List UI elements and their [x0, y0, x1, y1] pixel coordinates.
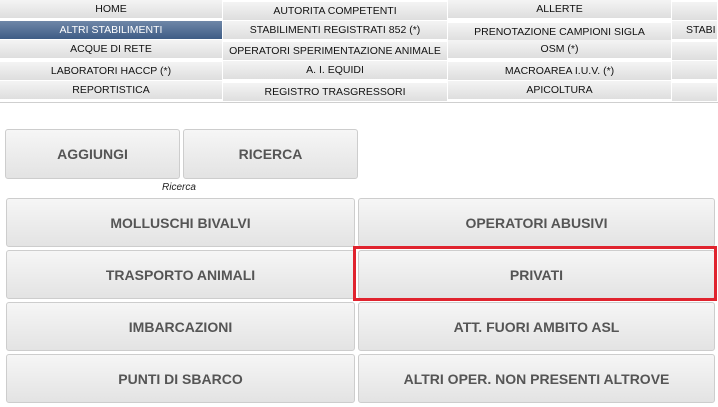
imbarcazioni-button[interactable]: IMBARCAZIONI [6, 302, 355, 351]
menu-item-apicoltura[interactable]: APICOLTURA [448, 81, 672, 100]
menu-item-ai-equidi[interactable]: A. I. EQUIDI [223, 61, 448, 80]
menu-item-hidden[interactable] [672, 2, 718, 21]
menu-item-hidden[interactable] [672, 83, 718, 102]
punti-di-sbarco-button[interactable]: PUNTI DI SBARCO [6, 354, 355, 403]
molluschi-bivalvi-button[interactable]: MOLLUSCHI BIVALVI [6, 198, 355, 247]
menu-item-hidden[interactable] [672, 42, 718, 61]
menu-item-osm[interactable]: OSM (*) [448, 40, 672, 59]
menu-item-home[interactable]: HOME [0, 0, 223, 19]
menu-item-reportistica[interactable]: REPORTISTICA [0, 81, 223, 100]
menu-item-autorita-competenti[interactable]: AUTORITA COMPETENTI [223, 2, 448, 21]
menu-item-allerte[interactable]: ALLERTE [448, 0, 672, 19]
menu-item-registro-trasgressori[interactable]: REGISTRO TRASGRESSORI [223, 83, 448, 102]
trasporto-animali-button[interactable]: TRASPORTO ANIMALI [6, 250, 355, 299]
att-fuori-ambito-asl-button[interactable]: ATT. FUORI AMBITO ASL [358, 302, 715, 351]
search-caption: Ricerca [162, 182, 196, 193]
top-navigation-menu: HOME AUTORITA COMPETENTI ALLERTE ALTRI S… [0, 0, 718, 104]
search-button[interactable]: RICERCA [183, 129, 358, 179]
menu-divider [0, 102, 718, 103]
privati-button[interactable]: PRIVATI [358, 250, 715, 299]
menu-item-macroarea-iuv[interactable]: MACROAREA I.U.V. (*) [448, 62, 672, 81]
altri-oper-non-presenti-altrove-button[interactable]: ALTRI OPER. NON PRESENTI ALTROVE [358, 354, 715, 403]
menu-item-hidden[interactable] [672, 61, 718, 80]
menu-item-altri-stabilimenti[interactable]: ALTRI STABILIMENTI [0, 21, 223, 40]
add-button[interactable]: AGGIUNGI [5, 129, 180, 179]
menu-item-laboratori-haccp[interactable]: LABORATORI HACCP (*) [0, 62, 223, 81]
operatori-abusivi-button[interactable]: OPERATORI ABUSIVI [358, 198, 715, 247]
menu-item-stabilimenti-registrati-852[interactable]: STABILIMENTI REGISTRATI 852 (*) [223, 21, 448, 40]
menu-item-acque-di-rete[interactable]: ACQUE DI RETE [0, 40, 223, 59]
menu-item-operatori-sperimentazione-animale[interactable]: OPERATORI SPERIMENTAZIONE ANIMALE [223, 42, 448, 61]
menu-item-stabi-truncated[interactable]: STABI [672, 21, 718, 40]
